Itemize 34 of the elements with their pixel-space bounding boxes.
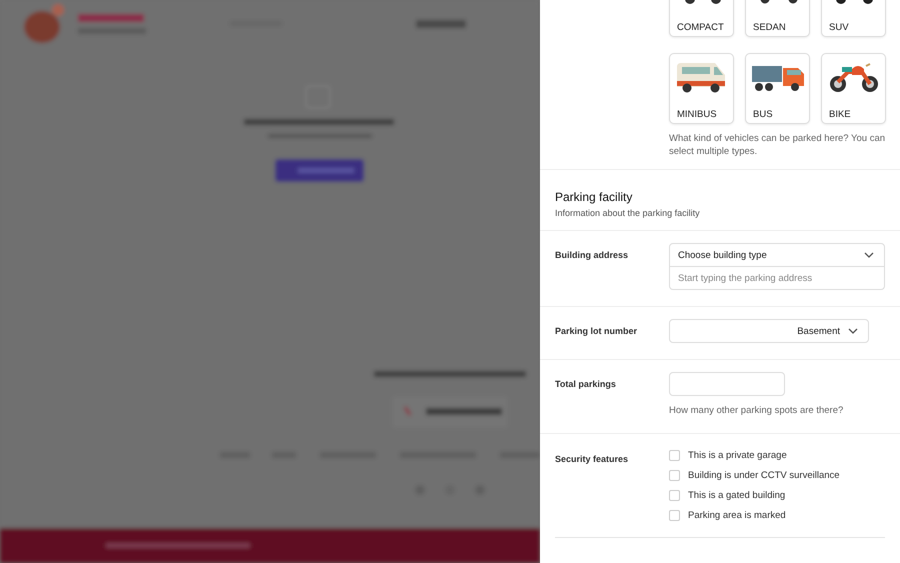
checkbox[interactable]: [669, 510, 680, 521]
vehicle-type-card[interactable]: SUV: [821, 0, 886, 37]
vehicle-type-label: BUS: [752, 109, 773, 120]
dropdown[interactable]: Choose building type: [669, 243, 885, 267]
vehicle-type-card[interactable]: BIKE: [821, 53, 886, 124]
vehicle-type-label: COMPACT: [676, 22, 724, 33]
address-input[interactable]: Start typing the parking address: [669, 267, 885, 290]
field-label: Building address: [555, 249, 630, 262]
section-title: Parking facility: [555, 190, 634, 204]
chevron-down-icon: [864, 252, 874, 258]
field-label: Security features: [555, 453, 630, 466]
vehicle-type-card[interactable]: COMPACT: [669, 0, 734, 37]
checkbox-label: This is a gated building: [688, 490, 786, 501]
vehicle-type-card[interactable]: SEDAN: [745, 0, 810, 37]
vehicle-type-label: BIKE: [828, 109, 851, 120]
checkbox-label: Parking area is marked: [688, 510, 786, 521]
field-help: How many other parking spots are there?: [669, 404, 844, 417]
field-label: Parking lot number: [555, 325, 638, 338]
checkbox[interactable]: [669, 450, 680, 461]
field-label: Total parkings: [555, 378, 617, 391]
checkbox[interactable]: [669, 470, 680, 481]
checkbox-label: This is a private garage: [688, 450, 787, 461]
section-subtitle: Information about the parking facility: [555, 208, 701, 218]
checkbox[interactable]: [669, 490, 680, 501]
vehicle-type-label: SEDAN: [752, 22, 786, 33]
checkbox-label: Building is under CCTV surveillance: [688, 470, 840, 481]
vehicle-types-help: What kind of vehicles can be parked here? You can select multiple types.: [669, 132, 885, 158]
vehicle-type-label: MINIBUS: [676, 109, 717, 120]
vehicle-type-card[interactable]: BUS: [745, 53, 810, 124]
number-input[interactable]: [669, 372, 785, 396]
dropdown[interactable]: Basement: [669, 319, 869, 343]
vehicle-type-card[interactable]: MINIBUS: [669, 53, 734, 124]
vehicle-type-label: SUV: [828, 22, 849, 33]
chevron-down-icon: [848, 328, 858, 334]
